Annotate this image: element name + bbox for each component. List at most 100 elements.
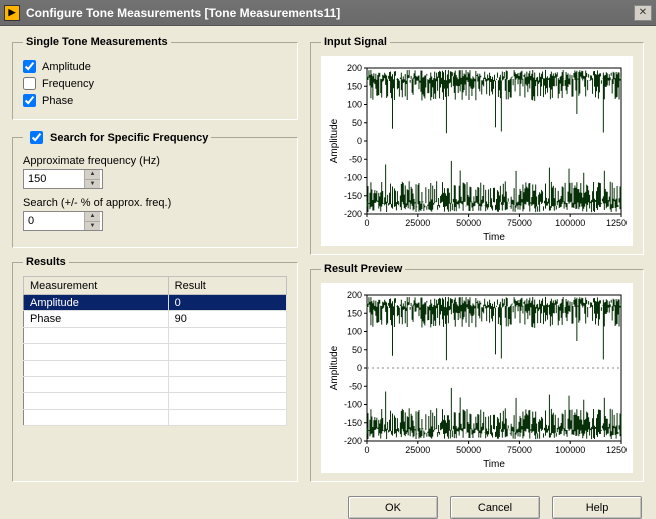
approx-freq-up[interactable]: ▲	[84, 170, 100, 180]
cell-measurement: Phase	[24, 311, 169, 327]
ok-button[interactable]: OK	[348, 496, 438, 519]
svg-text:-150: -150	[344, 418, 362, 428]
svg-text:25000: 25000	[405, 445, 430, 455]
cell-measurement	[24, 393, 169, 409]
right-column: Input Signal -200 -150 -100 -50 0 50 100 150 200…	[310, 36, 644, 482]
search-pct-field[interactable]: ▲ ▼	[23, 211, 103, 231]
svg-text:0: 0	[357, 363, 362, 373]
search-pct-input[interactable]	[24, 212, 84, 230]
svg-text:125000: 125000	[606, 445, 627, 455]
button-row: OK Cancel Help	[0, 490, 656, 519]
svg-text:0: 0	[364, 218, 369, 228]
cell-result	[168, 393, 286, 409]
svg-text:-100: -100	[344, 173, 362, 183]
svg-text:0: 0	[364, 445, 369, 455]
svg-text:200: 200	[347, 63, 362, 73]
approx-freq-label: Approximate frequency (Hz)	[23, 155, 287, 167]
svg-text:150: 150	[347, 81, 362, 91]
search-pct-down[interactable]: ▼	[84, 222, 100, 231]
phase-label: Phase	[42, 95, 73, 107]
cell-measurement	[24, 344, 169, 360]
table-row[interactable]	[24, 409, 287, 425]
svg-text:25000: 25000	[405, 218, 430, 228]
svg-text:50000: 50000	[456, 445, 481, 455]
table-row[interactable]: Amplitude0	[24, 295, 287, 311]
phase-checkbox[interactable]	[23, 94, 36, 107]
svg-text:50: 50	[352, 118, 362, 128]
window-title: Configure Tone Measurements [Tone Measur…	[26, 6, 634, 20]
col-measurement[interactable]: Measurement	[24, 277, 169, 295]
input-signal-legend: Input Signal	[321, 36, 390, 48]
table-row[interactable]	[24, 344, 287, 360]
results-legend: Results	[23, 256, 69, 268]
svg-text:Time: Time	[483, 459, 505, 469]
cell-measurement	[24, 360, 169, 376]
approx-freq-down[interactable]: ▼	[84, 180, 100, 189]
svg-text:100000: 100000	[555, 445, 585, 455]
amplitude-label: Amplitude	[42, 61, 91, 73]
svg-text:100: 100	[347, 100, 362, 110]
search-pct-label: Search (+/- % of approx. freq.)	[23, 197, 287, 209]
cell-result: 90	[168, 311, 286, 327]
search-freq-legend: Search for Specific Frequency	[23, 128, 211, 147]
svg-text:0: 0	[357, 136, 362, 146]
input-signal-group: Input Signal -200 -150 -100 -50 0 50 100 150 200…	[310, 36, 644, 255]
single-tone-group: Single Tone Measurements Amplitude Frequ…	[12, 36, 298, 120]
svg-text:125000: 125000	[606, 218, 627, 228]
col-result[interactable]: Result	[168, 277, 286, 295]
table-row[interactable]	[24, 393, 287, 409]
amplitude-checkbox[interactable]	[23, 60, 36, 73]
help-button[interactable]: Help	[552, 496, 642, 519]
cell-result	[168, 360, 286, 376]
cell-measurement	[24, 409, 169, 425]
results-group: Results Measurement Result Amplitude0Pha…	[12, 256, 298, 482]
result-preview-group: Result Preview -200 -150 -100 -50 0 50 100 150 2…	[310, 263, 644, 482]
svg-text:200: 200	[347, 290, 362, 300]
results-table[interactable]: Measurement Result Amplitude0Phase90	[23, 276, 287, 426]
single-tone-legend: Single Tone Measurements	[23, 36, 171, 48]
search-freq-group: Search for Specific Frequency Approximat…	[12, 128, 298, 248]
table-row[interactable]	[24, 376, 287, 392]
table-row[interactable]	[24, 327, 287, 343]
svg-text:-50: -50	[349, 154, 362, 164]
cell-result	[168, 344, 286, 360]
search-pct-up[interactable]: ▲	[84, 212, 100, 222]
table-row[interactable]	[24, 360, 287, 376]
result-preview-chart: -200 -150 -100 -50 0 50 100 150 200 0 25000 50000 75…	[321, 283, 633, 473]
svg-text:75000: 75000	[507, 218, 532, 228]
cell-measurement	[24, 327, 169, 343]
cell-result	[168, 376, 286, 392]
svg-text:Amplitude: Amplitude	[329, 118, 340, 163]
cell-result	[168, 327, 286, 343]
svg-text:150: 150	[347, 308, 362, 318]
svg-text:-100: -100	[344, 400, 362, 410]
table-row[interactable]: Phase90	[24, 311, 287, 327]
left-column: Single Tone Measurements Amplitude Frequ…	[12, 36, 298, 482]
cell-result: 0	[168, 295, 286, 311]
search-freq-checkbox[interactable]	[30, 131, 43, 144]
svg-text:Time: Time	[483, 232, 505, 242]
dialog-content: Single Tone Measurements Amplitude Frequ…	[0, 26, 656, 490]
approx-freq-field[interactable]: ▲ ▼	[23, 169, 103, 189]
svg-text:-200: -200	[344, 436, 362, 446]
svg-text:Amplitude: Amplitude	[329, 345, 340, 390]
svg-text:50: 50	[352, 345, 362, 355]
frequency-label: Frequency	[42, 78, 94, 90]
input-signal-chart: -200 -150 -100 -50 0 50 100 150 200 0 25000 50000 75…	[321, 56, 633, 246]
svg-text:-50: -50	[349, 381, 362, 391]
search-freq-title: Search for Specific Frequency	[50, 132, 208, 144]
svg-text:75000: 75000	[507, 445, 532, 455]
cell-measurement	[24, 376, 169, 392]
svg-text:50000: 50000	[456, 218, 481, 228]
app-icon: ▶	[4, 5, 20, 21]
frequency-checkbox[interactable]	[23, 77, 36, 90]
close-button[interactable]: ✕	[634, 5, 652, 21]
cell-measurement: Amplitude	[24, 295, 169, 311]
approx-freq-input[interactable]	[24, 170, 84, 188]
titlebar: ▶ Configure Tone Measurements [Tone Meas…	[0, 0, 656, 26]
svg-text:-150: -150	[344, 191, 362, 201]
svg-text:100: 100	[347, 327, 362, 337]
cancel-button[interactable]: Cancel	[450, 496, 540, 519]
svg-text:-200: -200	[344, 209, 362, 219]
result-preview-legend: Result Preview	[321, 263, 405, 275]
